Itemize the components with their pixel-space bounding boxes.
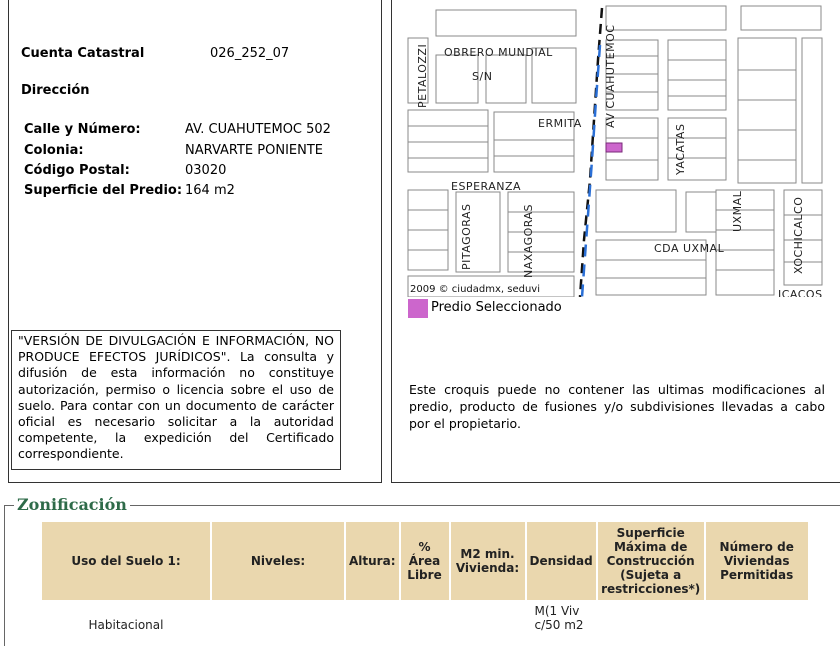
zonificacion-table: Uso del Suelo 1: Niveles: Altura: % Área… <box>40 522 810 633</box>
street-esperanza: ESPERANZA <box>451 180 521 193</box>
col-m2-min-vivienda: M2 min. Vivienda: <box>450 522 525 600</box>
col-uso-suelo: Uso del Suelo 1: <box>42 522 210 600</box>
cuenta-catastral-label: Cuenta Catastral <box>21 46 145 61</box>
street-petalozzi: PETALOZZI <box>416 44 429 108</box>
disclaimer-box: "VERSIÓN DE DIVULGACIÓN E INFORMACIÓN, N… <box>11 330 341 470</box>
direccion-heading: Dirección <box>21 83 90 98</box>
cell-m2-min <box>451 600 525 633</box>
superficie-label: Superficie del Predio: <box>24 183 183 198</box>
street-cda-uxmal: CDA UXMAL <box>654 242 725 255</box>
cuenta-catastral-value: 026_252_07 <box>210 46 290 61</box>
street-pitagoras: PITAGORAS <box>460 204 473 270</box>
codigo-postal-label: Código Postal: <box>24 163 130 178</box>
map-graphic: OBRERO MUNDIAL S/N PETALOZZI AV CUAHUTEM… <box>407 5 823 297</box>
cell-niveles <box>212 600 344 633</box>
selected-lot-legend-label: Predio Seleccionado <box>431 300 562 315</box>
street-obrero-mundial: OBRERO MUNDIAL <box>444 46 553 59</box>
calle-value: AV. CUAHUTEMOC 502 <box>185 122 331 137</box>
col-numero-viviendas: Número de Viviendas Permitidas <box>705 522 808 600</box>
calle-label: Calle y Número: <box>24 122 141 137</box>
col-area-libre: % Área Libre <box>400 522 449 600</box>
selected-lot-legend-swatch <box>408 299 428 318</box>
street-naxagoras: NAXAGORAS <box>522 204 535 278</box>
street-xochicalco: XOCHICALCO <box>792 197 805 274</box>
map-copyright: 2009 © ciudadmx, seduvi <box>410 284 540 295</box>
cell-densidad: M(1 Viv c/50 m2 <box>534 604 584 632</box>
street-yacatas: YACATAS <box>674 124 687 176</box>
colonia-label: Colonia: <box>24 143 84 158</box>
colonia-value: NARVARTE PONIENTE <box>185 143 323 158</box>
selected-lot-marker <box>605 142 623 153</box>
col-superficie-maxima: Superficie Máxima de Construcción (Sujet… <box>597 522 704 600</box>
street-sn: S/N <box>472 70 492 83</box>
cell-uso: Habitacional <box>88 618 164 632</box>
location-map[interactable]: OBRERO MUNDIAL S/N PETALOZZI AV CUAHUTEM… <box>406 0 824 297</box>
col-altura: Altura: <box>346 522 399 600</box>
map-disclaimer-note: Este croquis puede no contener las ultim… <box>409 382 825 431</box>
street-av-cuahutemoc: AV CUAHUTEMOC <box>604 25 617 128</box>
table-row: Habitacional M(1 Viv c/50 m2 <box>42 600 808 633</box>
street-ermita: ERMITA <box>538 117 582 130</box>
zonificacion-header-row: Uso del Suelo 1: Niveles: Altura: % Área… <box>42 522 808 600</box>
col-niveles: Niveles: <box>212 522 344 600</box>
zonificacion-title: Zonificación <box>14 495 130 514</box>
cell-altura <box>346 600 399 633</box>
codigo-postal-value: 03020 <box>185 163 227 178</box>
col-densidad: Densidad <box>526 522 596 600</box>
street-uxmal: UXMAL <box>731 190 744 232</box>
cell-superficie <box>598 600 704 633</box>
superficie-value: 164 m2 <box>185 183 235 198</box>
cell-area-libre <box>401 600 449 633</box>
street-icacos: ICACOS <box>778 288 823 297</box>
cell-viviendas <box>706 600 808 633</box>
